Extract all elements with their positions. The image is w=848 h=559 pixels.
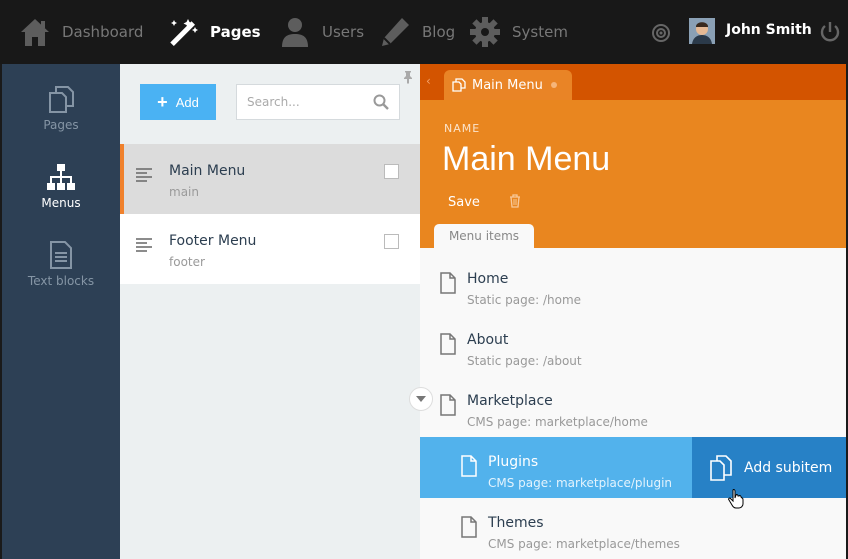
pin-icon[interactable]	[401, 70, 415, 84]
document-icon	[440, 333, 456, 355]
side-navigation: Pages Menus Text blocks	[0, 64, 120, 559]
home-icon	[18, 15, 52, 49]
document-icon	[440, 272, 456, 294]
search-input[interactable]	[237, 85, 357, 119]
user-name[interactable]: John Smith	[726, 22, 812, 38]
menu-item-reference: Static page: /home	[467, 293, 582, 307]
caret-down-icon	[416, 396, 426, 402]
sidebar-item-label: Pages	[43, 118, 79, 132]
name-field[interactable]: Main Menu	[442, 140, 610, 179]
trash-icon[interactable]	[508, 194, 522, 208]
nav-blog[interactable]: Blog	[378, 12, 455, 52]
nav-system[interactable]: System	[468, 12, 568, 52]
tab-menu-items[interactable]: Menu items	[434, 224, 534, 248]
search-box	[236, 84, 400, 120]
list-item-main-menu[interactable]: Main Menu main	[120, 144, 420, 214]
menu-item-about[interactable]: About Static page: /about	[420, 315, 846, 376]
add-subitem-button[interactable]: Add subitem	[692, 437, 846, 498]
editor-header: NAME Main Menu Save Menu items	[420, 100, 846, 248]
magic-wand-icon	[166, 15, 200, 49]
menu-item-title: Plugins	[488, 454, 539, 470]
sitemap-icon	[47, 164, 75, 190]
document-icon	[461, 516, 477, 538]
menu-item-title: Marketplace	[467, 393, 553, 409]
collapse-toggle[interactable]	[409, 387, 433, 411]
menu-item-title: About	[467, 332, 509, 348]
tab-label: Main Menu	[472, 77, 543, 93]
add-button[interactable]: + Add	[140, 84, 216, 120]
menu-item-reference: CMS page: marketplace/home	[467, 415, 648, 429]
menu-item-plugins[interactable]: Plugins CMS page: marketplace/plugin Add…	[420, 437, 846, 498]
nav-blog-label: Blog	[422, 23, 456, 41]
nav-system-label: System	[512, 23, 568, 41]
target-icon[interactable]	[650, 22, 672, 44]
pages-icon	[452, 78, 466, 92]
document-icon	[50, 241, 72, 269]
hand-cursor-icon	[728, 489, 744, 509]
menu-item-reference: CMS page: marketplace/themes	[488, 537, 680, 551]
list-lines-icon	[136, 238, 152, 252]
list-item-checkbox[interactable]	[384, 234, 399, 249]
sidebar-item-label: Menus	[41, 196, 81, 210]
nav-dashboard-label: Dashboard	[62, 23, 144, 41]
sidebar-item-label: Text blocks	[27, 274, 95, 288]
list-item-footer-menu[interactable]: Footer Menu footer	[120, 214, 420, 284]
menu-item-marketplace[interactable]: Marketplace CMS page: marketplace/home	[420, 376, 846, 437]
add-button-label: Add	[175, 94, 199, 110]
document-icon	[461, 455, 477, 477]
menu-item-reference: CMS page: marketplace/plugin	[488, 476, 673, 490]
tab-main-menu[interactable]: Main Menu	[444, 70, 572, 100]
sidebar-item-menus[interactable]: Menus	[2, 162, 120, 210]
menu-item-title: Home	[467, 271, 509, 287]
list-lines-icon	[136, 168, 152, 182]
plus-icon: +	[157, 92, 168, 112]
list-item-title: Main Menu	[169, 163, 246, 179]
tab-label: Menu items	[448, 229, 520, 243]
name-field-label: NAME	[444, 122, 481, 135]
tab-strip: ‹ Main Menu	[420, 64, 846, 100]
list-item-code: footer	[169, 255, 205, 269]
menu-item-themes[interactable]: Themes CMS page: marketplace/themes	[420, 498, 846, 559]
sidebar-item-pages[interactable]: Pages	[2, 84, 120, 132]
copy-icon	[710, 454, 732, 481]
menu-editor: ‹ Main Menu NAME Main Menu Save Menu ite…	[420, 64, 846, 559]
search-icon[interactable]	[373, 94, 389, 110]
menu-item-reference: Static page: /about	[467, 354, 582, 368]
unsaved-dot	[550, 82, 557, 88]
menu-list-panel: + Add Main Menu main Footer Menu footer	[120, 64, 420, 559]
nav-users-label: Users	[322, 23, 365, 41]
power-icon[interactable]	[818, 20, 842, 44]
avatar[interactable]	[689, 18, 715, 44]
top-navbar: Dashboard Pages Users Blog System John S…	[0, 0, 848, 64]
list-item-checkbox[interactable]	[384, 164, 399, 179]
pencil-icon	[378, 15, 412, 49]
nav-users[interactable]: Users	[278, 12, 364, 52]
menu-item-title: Themes	[488, 515, 544, 531]
nav-pages[interactable]: Pages	[166, 12, 261, 52]
list-item-code: main	[169, 185, 199, 199]
pages-icon	[49, 86, 74, 113]
gear-icon	[468, 15, 502, 49]
sidebar-item-text-blocks[interactable]: Text blocks	[2, 240, 120, 288]
nav-pages-label: Pages	[210, 23, 261, 41]
add-subitem-label: Add subitem	[744, 459, 833, 476]
user-icon	[278, 15, 312, 49]
list-item-title: Footer Menu	[169, 233, 257, 249]
chevron-left-icon[interactable]: ‹	[426, 74, 431, 88]
save-button[interactable]: Save	[448, 195, 480, 210]
list-empty-area	[120, 284, 420, 559]
document-icon	[440, 394, 456, 416]
nav-dashboard[interactable]: Dashboard	[18, 12, 143, 52]
menu-item-home[interactable]: Home Static page: /home	[420, 254, 846, 315]
